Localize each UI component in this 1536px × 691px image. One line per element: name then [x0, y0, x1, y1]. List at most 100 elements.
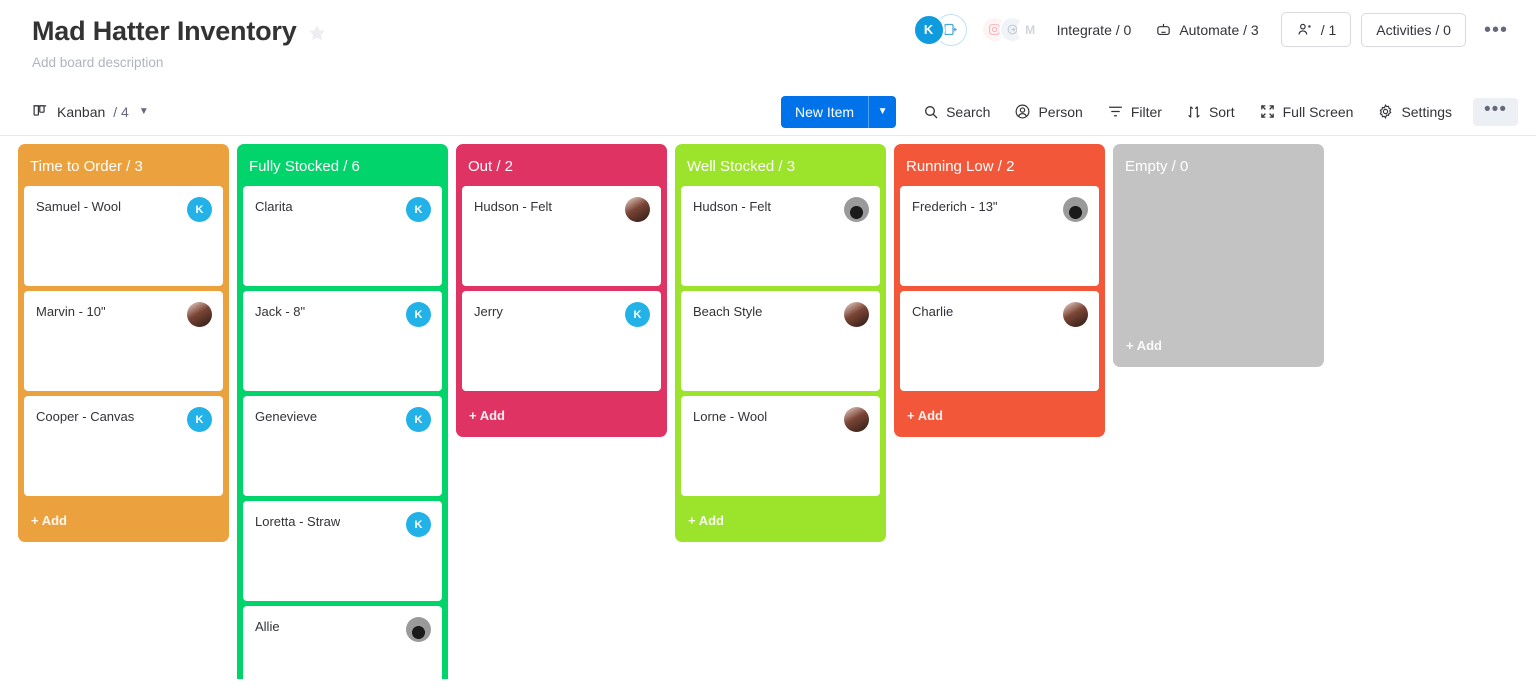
avatar[interactable]: K [625, 302, 650, 327]
star-icon[interactable] [307, 23, 327, 43]
automate-button[interactable]: Automate / 3 [1143, 13, 1270, 46]
board-people-button[interactable]: / 1 [1280, 12, 1352, 47]
column-title: Fully Stocked / 6 [249, 158, 360, 175]
sort-label: Sort [1208, 103, 1235, 120]
kanban-card[interactable]: Jerry K [462, 291, 661, 391]
fullscreen-label: Full Screen [1282, 103, 1354, 120]
card-title: Marvin - 10" [36, 304, 106, 319]
card-title: Genevieve [255, 409, 318, 424]
column-title: Time to Order / 3 [30, 158, 143, 175]
add-item-button[interactable]: + Add [1119, 326, 1318, 367]
kanban-card[interactable]: Hudson - Felt [462, 186, 661, 286]
view-selector-kanban[interactable]: Kanban / 4 ▼ [24, 97, 157, 126]
kanban-card[interactable]: Lorne - Wool [681, 396, 880, 496]
avatar[interactable]: K [406, 197, 431, 222]
search-button[interactable]: Search [912, 97, 1001, 127]
sort-icon [1186, 104, 1202, 120]
avatar[interactable] [844, 197, 869, 222]
card-title: Jerry [474, 304, 503, 319]
avatar[interactable]: K [406, 407, 431, 432]
filter-icon [1107, 103, 1124, 120]
kanban-column: Out / 2 Hudson - Felt Jerry K + Add [456, 144, 667, 437]
search-label: Search [946, 103, 991, 120]
integration-logo-3-icon[interactable]: M [1016, 16, 1044, 43]
card-title: Samuel - Wool [36, 199, 122, 214]
integrate-button[interactable]: Integrate / 0 [1045, 14, 1144, 46]
search-icon [923, 104, 939, 120]
avatar[interactable] [844, 302, 869, 327]
integrate-label: Integrate / 0 [1056, 21, 1132, 38]
chevron-down-icon[interactable]: ▼ [139, 106, 149, 117]
activities-button[interactable]: Activities / 0 [1361, 12, 1466, 47]
kanban-card[interactable]: Clarita K [243, 186, 442, 286]
card-title: Loretta - Straw [255, 514, 341, 529]
activities-label: Activities / 0 [1376, 21, 1451, 38]
kanban-card[interactable]: Samuel - Wool K [24, 186, 223, 286]
page-title: Mad Hatter Inventory [32, 16, 297, 46]
empty-column-body [1119, 186, 1318, 326]
person-filter-button[interactable]: Person [1003, 96, 1093, 127]
card-title: Allie [255, 619, 280, 634]
avatar[interactable] [1063, 197, 1088, 222]
fullscreen-button[interactable]: Full Screen [1248, 96, 1365, 127]
avatar[interactable] [187, 302, 212, 327]
settings-button[interactable]: Settings [1366, 96, 1463, 127]
kanban-card[interactable]: Allie [243, 606, 442, 679]
card-title: Charlie [912, 304, 954, 319]
avatar[interactable] [844, 407, 869, 432]
card-title: Frederich - 13" [912, 199, 998, 214]
card-title: Hudson - Felt [693, 199, 772, 214]
card-title: Lorne - Wool [693, 409, 768, 424]
card-title: Hudson - Felt [474, 199, 553, 214]
add-item-button[interactable]: + Add [900, 396, 1099, 437]
card-title: Beach Style [693, 304, 763, 319]
kanban-board: Time to Order / 3 Samuel - Wool K Marvin - … [0, 136, 1536, 679]
view-count-label: / 4 [113, 103, 129, 120]
avatar[interactable] [625, 197, 650, 222]
avatar[interactable]: K [406, 512, 431, 537]
header-more-button[interactable]: ••• [1474, 16, 1518, 44]
board-members-avatars[interactable]: K [912, 13, 967, 46]
card-title: Clarita [255, 199, 293, 214]
kanban-column: Fully Stocked / 6 Clarita K Jack - 8" K Genev… [237, 144, 448, 679]
people-icon [1296, 21, 1314, 38]
person-icon [1014, 103, 1031, 120]
kanban-card[interactable]: Hudson - Felt [681, 186, 880, 286]
kanban-card[interactable]: Genevieve K [243, 396, 442, 496]
kanban-card[interactable]: Jack - 8" K [243, 291, 442, 391]
add-item-button[interactable]: + Add [681, 501, 880, 542]
avatar[interactable]: K [406, 302, 431, 327]
kanban-column: Running Low / 2 Frederich - 13" Charlie + A… [894, 144, 1105, 437]
view-name-label: Kanban [57, 103, 106, 120]
board-header: Mad Hatter Inventory Add board descripti… [0, 0, 1536, 88]
avatar[interactable]: K [912, 13, 945, 46]
new-item-button[interactable]: New Item ▼ [780, 95, 897, 128]
kanban-card[interactable]: Marvin - 10" [24, 291, 223, 391]
view-toolbar: Kanban / 4 ▼ New Item ▼ Search Person Fi… [0, 88, 1536, 136]
header-actions: K M Integrate / 0 Automate / 3 / 1 Activ… [912, 12, 1518, 47]
sort-button[interactable]: Sort [1175, 97, 1246, 127]
toolbar-more-button[interactable]: ••• [1473, 97, 1518, 126]
kanban-card[interactable]: Loretta - Straw K [243, 501, 442, 601]
kanban-card[interactable]: Cooper - Canvas K [24, 396, 223, 496]
avatar[interactable]: K [187, 407, 212, 432]
avatar[interactable] [406, 617, 431, 642]
add-item-button[interactable]: + Add [24, 501, 223, 542]
card-title: Jack - 8" [255, 304, 306, 319]
new-item-dropdown-icon[interactable]: ▼ [868, 95, 896, 128]
avatar[interactable] [1063, 302, 1088, 327]
avatar[interactable]: K [187, 197, 212, 222]
column-title: Empty / 0 [1125, 158, 1189, 175]
person-label: Person [1038, 103, 1083, 120]
kanban-column: Well Stocked / 3 Hudson - Felt Beach Style… [675, 144, 886, 542]
board-description[interactable]: Add board description [32, 55, 1516, 70]
filter-button[interactable]: Filter [1096, 96, 1173, 127]
kanban-card[interactable]: Frederich - 13" [900, 186, 1099, 286]
kanban-card[interactable]: Beach Style [681, 291, 880, 391]
toolbar-actions: New Item ▼ Search Person Filter Sort Ful… [780, 95, 1518, 128]
automate-label: Automate / 3 [1179, 21, 1259, 38]
integration-logos[interactable]: M [980, 16, 1044, 43]
column-title: Running Low / 2 [906, 158, 1015, 175]
kanban-card[interactable]: Charlie [900, 291, 1099, 391]
add-item-button[interactable]: + Add [462, 396, 661, 437]
